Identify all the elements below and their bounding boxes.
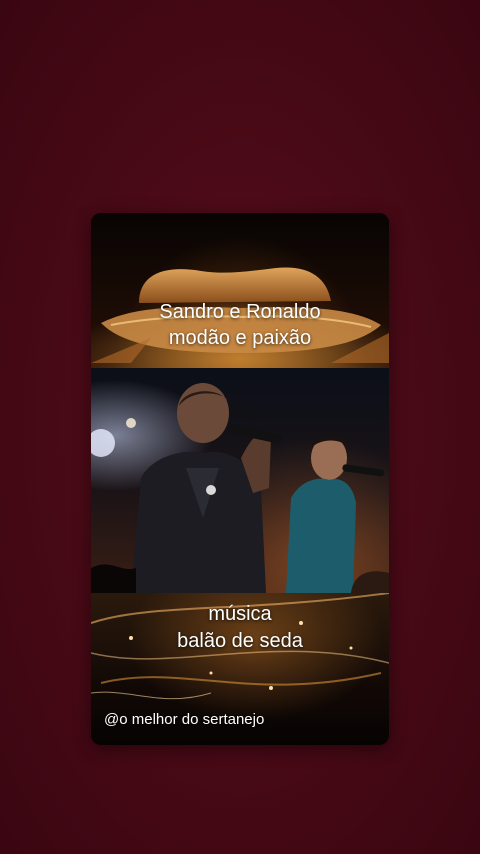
concert-photo bbox=[91, 368, 389, 593]
song-banner: música balão de seda @o melhor do sertan… bbox=[91, 593, 389, 745]
headline-line-1: Sandro e Ronaldo bbox=[159, 301, 321, 323]
hat-banner: Sandro e Ronaldo modão e paixão bbox=[91, 213, 389, 368]
singers-image bbox=[91, 383, 389, 593]
song-info: música balão de seda bbox=[91, 601, 389, 655]
headline: Sandro e Ronaldo modão e paixão bbox=[91, 299, 389, 351]
video-card[interactable]: Sandro e Ronaldo modão e paixão música b… bbox=[91, 213, 389, 745]
channel-credit: @o melhor do sertanejo bbox=[104, 711, 265, 728]
song-label: música bbox=[208, 603, 272, 625]
headline-line-2: modão e paixão bbox=[168, 327, 312, 349]
song-title: balão de seda bbox=[177, 630, 303, 652]
